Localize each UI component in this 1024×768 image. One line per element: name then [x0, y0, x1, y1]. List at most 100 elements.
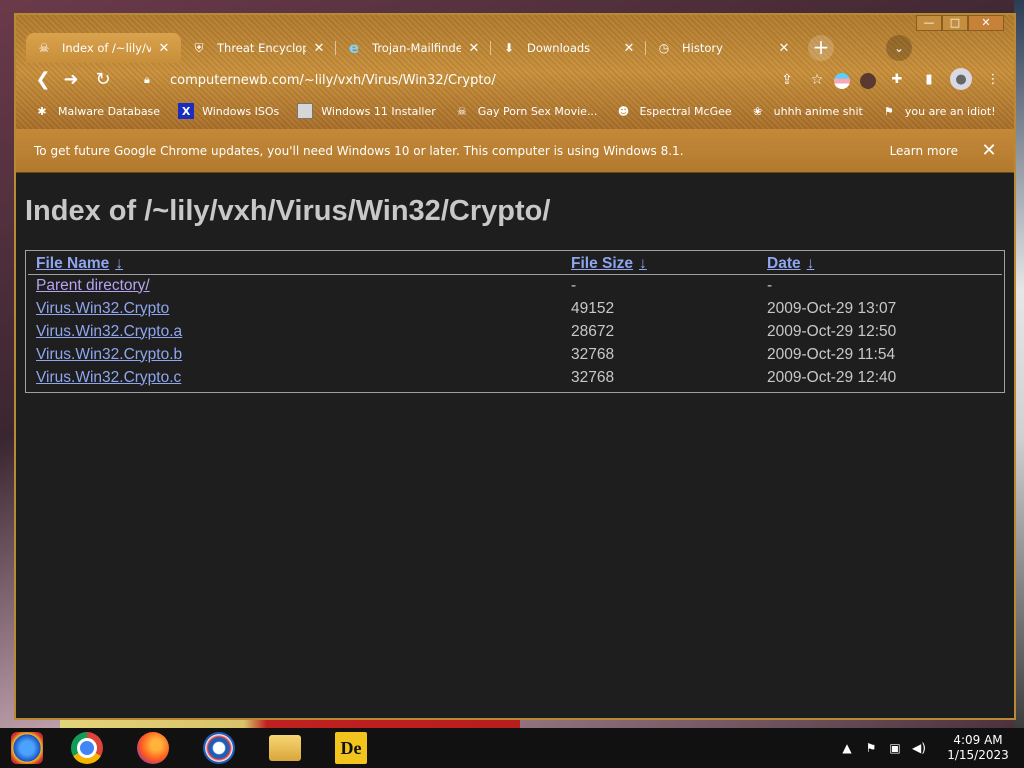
column-header-file-name: File Name ↓ [28, 254, 563, 274]
bookmark-label: Gay Porn Sex Movie... [477, 104, 598, 118]
reload-button[interactable]: ↻ [90, 67, 116, 93]
file-name-cell: Virus.Win32.Crypto.b [28, 343, 563, 366]
taskbar-chrome[interactable] [54, 728, 120, 768]
page-content: Index of /~lily/vxh/Virus/Win32/Crypto/ … [16, 173, 1014, 718]
profile-avatar-icon[interactable]: ● [950, 68, 972, 90]
bookmark-espectral-mcgee[interactable]: ☻ Espectral McGee [615, 103, 732, 119]
download-icon: ⬇ [503, 41, 515, 55]
taskbar: De ▲ ⚑ ▣ ◀) 4:09 AM 1/15/2023 [0, 728, 1024, 768]
network-icon[interactable]: ▣ [884, 741, 906, 755]
face-icon: ☻ [617, 104, 630, 118]
parent-directory-link[interactable]: Parent directory/ [36, 277, 150, 294]
sort-by-date-link[interactable]: Date [767, 255, 801, 272]
chevron-up-icon[interactable]: ▲ [836, 741, 858, 755]
tab-title: Threat Encyclopedia [217, 41, 306, 55]
share-icon[interactable]: ⇪ [772, 72, 802, 88]
browser-frame: — □ ✕ ☠ Index of /~lily/vxh/ ✕ ⛨ Threat … [16, 15, 1014, 129]
file-link[interactable]: Virus.Win32.Crypto.b [36, 346, 182, 363]
tab-history[interactable]: ◷ History ✕ [646, 33, 801, 63]
file-link[interactable]: Virus.Win32.Crypto.c [36, 369, 181, 386]
bookmark-label: you are an idiot! [904, 104, 996, 118]
bookmark-you-are-an-idiot[interactable]: ⚑ you are an idiot! [881, 103, 996, 119]
bookmark-windows-11-installer[interactable]: Windows 11 Installer [297, 103, 436, 119]
clock-time: 4:09 AM [953, 733, 1003, 747]
close-icon[interactable]: ✕ [777, 41, 791, 56]
new-tab-button[interactable]: + [808, 35, 834, 61]
sort-arrow-icon[interactable]: ↓ [115, 255, 123, 272]
bookmark-windows-isos[interactable]: X Windows ISOs [178, 103, 279, 119]
file-size-cell: 32768 [571, 345, 615, 363]
bookmark-anime[interactable]: ❀ uhhh anime shit [750, 103, 863, 119]
sort-by-size-link[interactable]: File Size [571, 255, 633, 272]
table-header-row: File Name ↓ File Size ↓ Date ↓ [28, 254, 1002, 274]
maximize-button[interactable]: □ [942, 15, 968, 31]
close-icon[interactable]: ✕ [312, 41, 326, 56]
file-date-cell: - [767, 276, 773, 294]
skull-icon: ☠ [38, 41, 50, 55]
tab-trojan-mailfinder[interactable]: e Trojan-Mailfinder ✕ [336, 33, 491, 63]
trans-flag-extension-icon[interactable] [834, 72, 850, 89]
file-link[interactable]: Virus.Win32.Crypto [36, 300, 169, 317]
back-button[interactable]: ❮ [30, 67, 56, 93]
browser-window: — □ ✕ ☠ Index of /~lily/vxh/ ✕ ⛨ Threat … [14, 13, 1016, 720]
taskbar-obama-app[interactable] [186, 728, 252, 768]
chrome-icon [71, 732, 103, 764]
close-icon[interactable]: ✕ [157, 41, 171, 56]
table-row: Virus.Win32.Crypto 49152 2009-Oct-29 13:… [28, 297, 1002, 320]
tab-title: History [682, 41, 723, 55]
bookmark-star-icon[interactable]: ☆ [802, 72, 832, 88]
firefox-icon [137, 732, 169, 764]
close-icon[interactable]: ✕ [622, 41, 636, 56]
infobar-message: To get future Google Chrome updates, you… [34, 143, 684, 158]
minimize-button[interactable]: — [916, 15, 942, 31]
taskbar-de-app[interactable]: De [318, 728, 384, 768]
tab-title: Index of /~lily/vxh/ [62, 41, 151, 55]
tab-downloads[interactable]: ⬇ Downloads ✕ [491, 33, 646, 63]
file-date-cell: 2009-Oct-29 11:54 [767, 345, 896, 363]
extensions-puzzle-icon[interactable]: ✚ [886, 68, 908, 90]
url-text[interactable]: computernewb.com/~lily/vxh/Virus/Win32/C… [170, 73, 772, 88]
file-listing: File Name ↓ File Size ↓ Date ↓ Parent direc… [25, 250, 1005, 393]
bookmark-gay-porn[interactable]: ☠ Gay Porn Sex Movie... [454, 103, 598, 119]
start-button[interactable] [0, 728, 54, 768]
volume-icon[interactable]: ◀) [908, 741, 930, 755]
menu-kebab-icon[interactable]: ⋮ [982, 68, 1004, 90]
bookmarks-bar: ✱ Malware Database X Windows ISOs Window… [34, 99, 1014, 123]
file-size-cell: 49152 [571, 299, 615, 317]
file-link[interactable]: Virus.Win32.Crypto.a [36, 323, 182, 340]
sort-arrow-icon[interactable]: ↓ [807, 255, 815, 272]
address-bar[interactable]: 🔒︎ computernewb.com/~lily/vxh/Virus/Win3… [132, 66, 832, 94]
extension-icons: ✚ ▮ ● ⋮ [834, 68, 1004, 90]
tab-title: Trojan-Mailfinder [372, 41, 461, 55]
tab-search-button[interactable]: ⌄ [886, 35, 912, 61]
sort-by-name-link[interactable]: File Name [36, 255, 109, 272]
close-window-button[interactable]: ✕ [968, 15, 1004, 31]
sort-arrow-icon[interactable]: ↓ [639, 255, 647, 272]
file-name-cell: Virus.Win32.Crypto [28, 297, 563, 320]
bookmark-label: Windows 11 Installer [321, 104, 436, 118]
clock[interactable]: 4:09 AM 1/15/2023 [938, 733, 1018, 763]
file-table: File Name ↓ File Size ↓ Date ↓ Parent direc… [28, 254, 1002, 389]
learn-more-link[interactable]: Learn more [890, 144, 958, 158]
tab-index-of[interactable]: ☠ Index of /~lily/vxh/ ✕ [26, 33, 181, 63]
table-row: Parent directory/ - - [28, 274, 1002, 297]
side-panel-icon[interactable]: ▮ [918, 68, 940, 90]
history-icon: ◷ [658, 41, 670, 55]
skull-icon: ☠ [456, 104, 467, 118]
action-center-flag-icon[interactable]: ⚑ [860, 741, 882, 755]
system-tray: ▲ ⚑ ▣ ◀) 4:09 AM 1/15/2023 [836, 728, 1024, 768]
bookmark-label: uhhh anime shit [773, 104, 863, 118]
forward-button[interactable]: ➜ [58, 67, 84, 93]
close-icon[interactable]: ✕ [467, 41, 481, 56]
lock-icon[interactable]: 🔒︎ [144, 73, 156, 87]
bookmark-label: Windows ISOs [202, 104, 280, 118]
taskbar-file-explorer[interactable] [252, 728, 318, 768]
close-icon[interactable]: ✕ [980, 140, 998, 161]
profile-face-extension-icon[interactable] [860, 72, 876, 89]
update-infobar: To get future Google Chrome updates, you… [16, 129, 1014, 173]
obama-logo-icon [203, 732, 235, 764]
taskbar-firefox[interactable] [120, 728, 186, 768]
tab-threat-encyclopedia[interactable]: ⛨ Threat Encyclopedia ✕ [181, 33, 336, 63]
bookmark-malware-database[interactable]: ✱ Malware Database [34, 103, 160, 119]
file-name-cell: Virus.Win32.Crypto.a [28, 320, 563, 343]
